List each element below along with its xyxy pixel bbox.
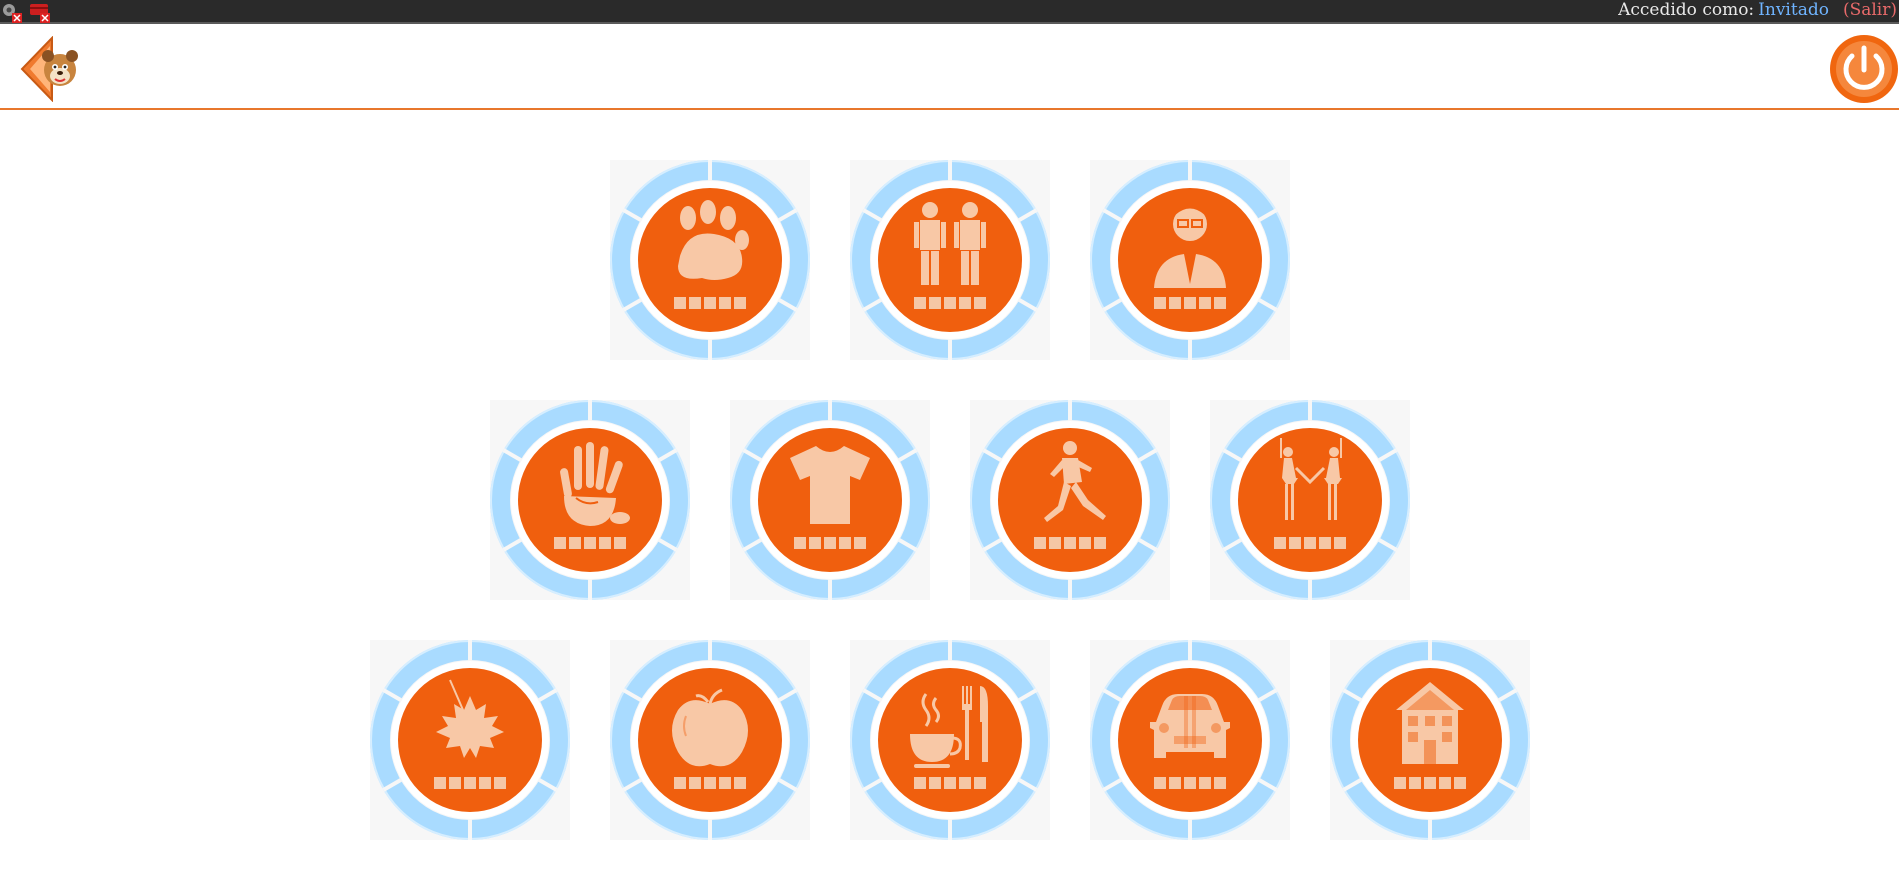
category-tile-transport[interactable]	[1090, 640, 1290, 840]
runner-icon	[1044, 441, 1106, 522]
apple-icon	[672, 688, 748, 767]
progress-slots	[850, 297, 1050, 309]
ballet-dancers-icon	[1280, 438, 1342, 520]
progress-slots	[490, 537, 690, 549]
progress-slots	[970, 537, 1170, 549]
progress-slots	[730, 537, 930, 549]
paw-print-icon	[678, 200, 749, 280]
category-tile-professions[interactable]	[1090, 160, 1290, 360]
login-status: Accedido como: Invitado (Salir)	[1618, 0, 1897, 22]
mascot-back-arrow-icon	[20, 36, 78, 102]
category-tile-food[interactable]	[610, 640, 810, 840]
progress-slots	[850, 777, 1050, 789]
cup-and-cutlery-icon	[910, 686, 988, 768]
category-tile-house[interactable]	[1330, 640, 1530, 840]
category-tile-animals[interactable]	[610, 160, 810, 360]
progress-slots	[1090, 297, 1290, 309]
progress-slots	[1210, 537, 1410, 549]
category-tile-body[interactable]	[490, 400, 690, 600]
category-tile-sports[interactable]	[970, 400, 1170, 600]
back-button[interactable]	[20, 36, 82, 102]
logout-link[interactable]: (Salir)	[1843, 0, 1897, 20]
category-tile-dance[interactable]	[1210, 400, 1410, 600]
progress-slots	[1090, 777, 1290, 789]
power-icon	[1830, 35, 1898, 103]
progress-slots	[370, 777, 570, 789]
user-name-link[interactable]: Invitado	[1758, 0, 1829, 20]
login-status-label: Accedido como:	[1618, 0, 1755, 20]
car-icon	[1150, 694, 1230, 758]
system-bar: Accedido como: Invitado (Salir)	[0, 0, 1899, 24]
power-button[interactable]	[1829, 34, 1899, 104]
house-icon	[1396, 682, 1464, 764]
progress-slots	[610, 297, 810, 309]
settings-app-icon[interactable]	[0, 1, 24, 23]
category-tile-meals[interactable]	[850, 640, 1050, 840]
maple-leaf-icon	[436, 679, 504, 758]
category-tile-clothes[interactable]	[730, 400, 930, 600]
progress-slots	[610, 777, 810, 789]
man-with-glasses-icon	[1154, 205, 1226, 288]
t-shirt-icon	[790, 446, 870, 524]
category-tile-people[interactable]	[850, 160, 1050, 360]
two-people-icon	[914, 202, 986, 285]
category-tile-nature[interactable]	[370, 640, 570, 840]
toolbox-app-icon[interactable]	[28, 1, 52, 23]
app-header	[0, 26, 1899, 110]
hand-icon	[560, 442, 630, 526]
progress-slots	[1330, 777, 1530, 789]
